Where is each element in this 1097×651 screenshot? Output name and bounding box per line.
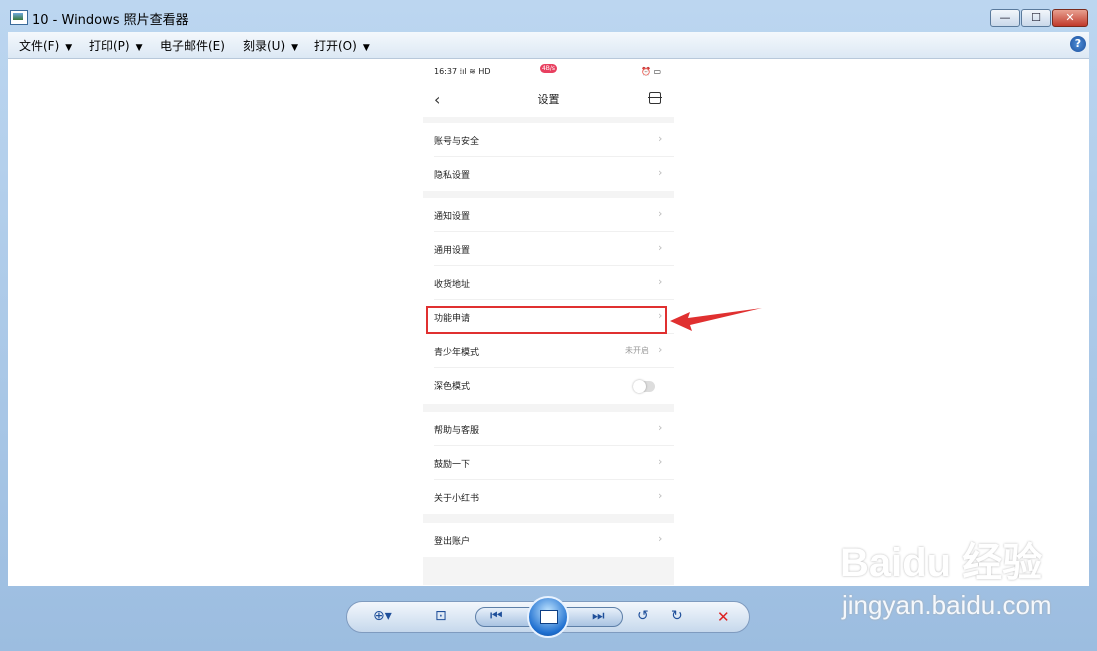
settings-row: 鼓励一下 › [423,446,674,480]
menu-open[interactable]: 打开(O) ▼ [314,37,370,54]
settings-row: 登出账户 › [434,532,663,547]
rotate-ccw-icon[interactable]: ↺ [637,608,649,624]
minimize-button[interactable]: — [990,9,1020,27]
settings-group-help: 帮助与客服 › 鼓励一下 › 关于小红书 › [423,412,674,514]
chevron-right-icon: › [658,166,663,179]
chevron-right-icon: › [658,489,663,502]
minimize-icon: — [999,11,1011,24]
chevron-right-icon: › [658,421,663,434]
annotation-arrow-icon [670,308,762,331]
menu-email[interactable]: 电子邮件(E) [160,37,225,54]
highlight-box [426,306,667,334]
actual-size-icon[interactable]: ⊡ [435,608,447,624]
settings-row: 通知设置 › [423,198,674,232]
chevron-right-icon: › [658,455,663,468]
maximize-button[interactable]: ☐ [1021,9,1051,27]
chevron-down-icon: ▼ [135,43,143,53]
chevron-right-icon: › [658,207,663,220]
menu-file[interactable]: 文件(F) ▼ [19,37,72,54]
chevron-right-icon: › [658,241,663,254]
settings-row: 帮助与客服 › [423,412,674,446]
chevron-down-icon: ▼ [291,43,299,53]
settings-row: 青少年模式 未开启 › [423,334,674,368]
status-value: 未开启 [625,346,649,355]
phone-status-bar: 16:37 ⁞ıl ≋ HD 4B/s ⏰ ▭ [423,60,674,84]
status-badge: 4B/s [540,64,557,73]
chevron-right-icon: › [658,343,663,356]
photo-viewer-icon [10,10,28,25]
settings-row: 深色模式 [423,368,674,402]
maximize-icon: ☐ [1031,11,1041,24]
close-button[interactable]: ✕ [1052,9,1088,27]
settings-group-general: 通知设置 › 通用设置 › 收货地址 › 功能申请 › 青少年模式 未开启 › 深色模式 [423,198,674,404]
settings-row: 收货地址 › [423,266,674,300]
close-icon: ✕ [1065,11,1075,24]
status-time: 16:37 ⁞ıl ≋ HD [434,67,491,76]
phone-nav-bar: ‹ 设置 [423,84,674,117]
baidu-watermark: Baidu 经验 jingyan.baidu.com [840,530,1090,630]
settings-group-logout: 登出账户 › [423,523,674,557]
title-bar: 10 - Windows 照片查看器 — ☐ ✕ [0,0,1097,32]
help-icon[interactable]: ? [1070,36,1086,52]
settings-row: 通用设置 › [423,232,674,266]
settings-row: 关于小红书 › [434,489,663,504]
chevron-down-icon: ▼ [362,43,370,53]
delete-icon[interactable]: ✕ [717,608,730,626]
rotate-cw-icon[interactable]: ↻ [671,608,683,624]
menu-bar: 文件(F) ▼ 打印(P) ▼ 电子邮件(E) 刻录(U) ▼ 打开(O) ▼ ? [8,32,1089,59]
battery-icon: ⏰ ▭ [641,67,662,76]
zoom-icon[interactable]: ⊕▾ [373,608,392,624]
chevron-right-icon: › [658,275,663,288]
watermark-url: jingyan.baidu.com [842,590,1052,620]
menu-burn[interactable]: 刻录(U) ▼ [243,37,298,54]
next-icon[interactable]: ⏭ [592,608,605,624]
watermark-logo: Baidu 经验 [840,541,1043,585]
page-title: 设置 [537,93,560,106]
settings-group-account: 账号与安全 › 隐私设置 › [423,123,674,191]
dark-mode-toggle [633,380,655,393]
settings-row: 隐私设置 › [434,166,663,181]
chevron-down-icon: ▼ [65,43,73,53]
chevron-right-icon: › [658,532,663,545]
viewer-toolbar: ⊕▾ ⊡ ⏮ ⏭ ↺ ↻ ✕ [346,596,750,638]
slideshow-button[interactable] [527,596,569,638]
menu-print[interactable]: 打印(P) ▼ [89,37,143,54]
previous-icon[interactable]: ⏮ [490,608,503,624]
settings-row: 账号与安全 › [423,123,674,157]
scan-icon [648,92,662,104]
window-title: 10 - Windows 照片查看器 [32,13,189,28]
chevron-right-icon: › [658,132,663,145]
window-frame: 10 - Windows 照片查看器 — ☐ ✕ 文件(F) ▼ 打印(P) ▼ 电… [0,0,1097,651]
signal-icon: ⁞ıl ≋ HD [459,67,491,76]
